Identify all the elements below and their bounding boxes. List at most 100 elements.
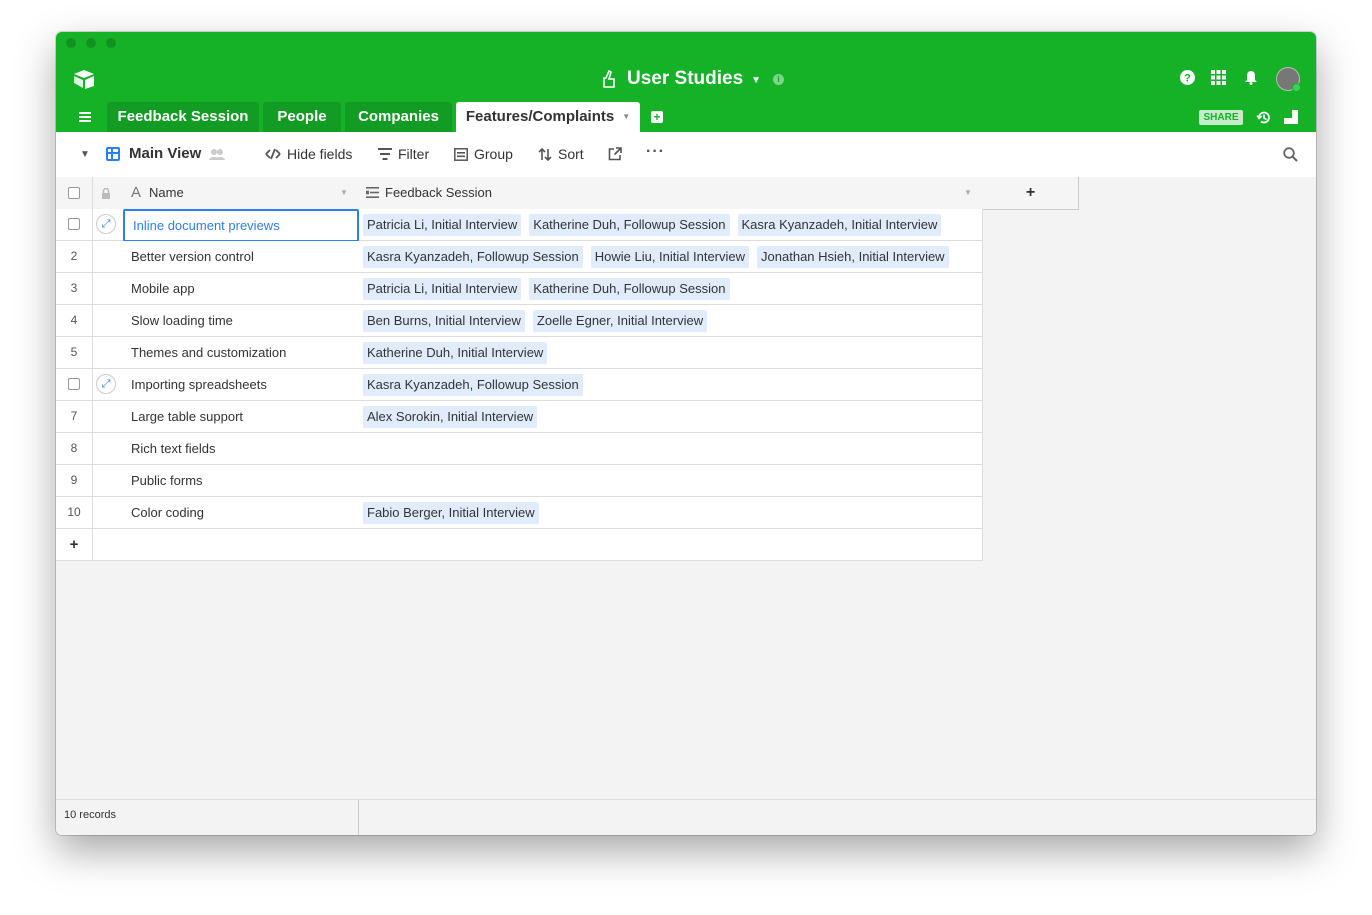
record-name-cell[interactable]: Public forms [131, 465, 203, 496]
more-options-icon[interactable]: ··· [646, 143, 665, 161]
select-all-checkbox[interactable] [68, 187, 80, 199]
online-status-dot [1292, 83, 1301, 92]
record-name-cell[interactable]: Color coding [131, 497, 204, 528]
sort-button[interactable]: Sort [538, 146, 584, 162]
share-view-icon[interactable] [608, 147, 622, 161]
search-icon[interactable] [1283, 147, 1298, 162]
name-column-header[interactable]: Name [149, 177, 184, 208]
tab-companies[interactable]: Companies [345, 102, 452, 132]
user-avatar[interactable] [1276, 67, 1301, 92]
row-checkbox[interactable] [68, 378, 80, 390]
add-record-row[interactable]: + [56, 529, 359, 561]
record-name-cell[interactable]: Large table support [131, 401, 243, 432]
sidebar-toggle-caret-icon[interactable]: ▼ [80, 149, 90, 160]
info-icon[interactable]: i [773, 73, 785, 85]
record-name-cell[interactable]: Mobile app [131, 273, 195, 304]
linked-record-pill[interactable]: Fabio Berger, Initial Interview [363, 502, 539, 524]
feedback-session-cell[interactable]: Kasra Kyanzadeh, Followup Session [359, 369, 983, 401]
feedback-session-cell[interactable]: Alex Sorokin, Initial Interview [359, 401, 983, 433]
table-row[interactable]: ⤢ Importing spreadsheets [56, 369, 359, 401]
hamburger-menu-icon[interactable] [79, 112, 91, 122]
feedback-session-cell[interactable]: Katherine Duh, Initial Interview [359, 337, 983, 369]
linked-record-pill[interactable]: Ben Burns, Initial Interview [363, 310, 525, 332]
record-name-cell[interactable]: Themes and customization [131, 337, 286, 368]
zoom-window-button[interactable] [106, 38, 116, 48]
svg-text:?: ? [1184, 73, 1191, 85]
linked-record-field-icon [366, 187, 379, 198]
linked-record-pill[interactable]: Jonathan Hsieh, Initial Interview [757, 246, 949, 268]
add-record-icon[interactable]: + [56, 529, 92, 560]
column-menu-caret-icon[interactable]: ▼ [964, 177, 972, 208]
record-name-cell[interactable]: Importing spreadsheets [131, 369, 267, 400]
filter-button[interactable]: Filter [378, 146, 429, 162]
share-button[interactable]: SHARE [1199, 110, 1243, 125]
tab-dropdown-icon[interactable]: ▼ [622, 112, 630, 121]
feedback-session-cell[interactable]: Ben Burns, Initial Interview Zoelle Egner… [359, 305, 983, 337]
add-record-row-extension[interactable] [359, 529, 983, 561]
linked-record-pill[interactable]: Patricia Li, Initial Interview [363, 214, 522, 236]
summary-bar: 10 records [56, 799, 1316, 835]
tab-feedback-session[interactable]: Feedback Session [107, 102, 259, 132]
linked-record-pill[interactable]: Katherine Duh, Followup Session [529, 214, 730, 236]
row-number: 3 [70, 281, 78, 295]
linked-record-pill[interactable]: Kasra Kyanzadeh, Followup Session [363, 246, 583, 268]
airtable-logo-icon[interactable] [72, 69, 96, 89]
linked-record-pill[interactable]: Kasra Kyanzadeh, Initial Interview [737, 214, 942, 236]
feedback-column-header[interactable]: Feedback Session ▼ [359, 177, 984, 210]
view-name: Main View [129, 145, 202, 162]
blocks-icon[interactable] [1284, 110, 1299, 125]
group-button[interactable]: Group [454, 146, 513, 162]
apps-grid-icon[interactable] [1211, 70, 1226, 85]
column-menu-caret-icon[interactable]: ▼ [340, 177, 348, 208]
linked-record-pill[interactable]: Patricia Li, Initial Interview [363, 278, 522, 300]
table-row[interactable]: 2 Better version control [56, 241, 359, 273]
table-row[interactable]: 8 Rich text fields [56, 433, 359, 465]
table-row[interactable]: 5 Themes and customization [56, 337, 359, 369]
table-row[interactable]: 4 Slow loading time [56, 305, 359, 337]
row-number: 2 [70, 249, 78, 263]
app-window: User Studies ▼ i ? Feedback Session Peop… [56, 32, 1316, 835]
add-field-button[interactable]: + [983, 177, 1079, 210]
linked-record-pill[interactable]: Howie Liu, Initial Interview [590, 246, 750, 268]
notifications-bell-icon[interactable] [1244, 70, 1258, 85]
linked-record-pill[interactable]: Kasra Kyanzadeh, Followup Session [363, 374, 583, 396]
tab-features-complaints[interactable]: Features/Complaints ▼ [456, 102, 640, 132]
sort-icon [538, 147, 552, 161]
linked-record-pill[interactable]: Katherine Duh, Initial Interview [363, 342, 548, 364]
linked-records: Ben Burns, Initial Interview Zoelle Egner… [363, 310, 715, 332]
view-switcher[interactable]: Main View [106, 145, 226, 162]
table-row[interactable]: 7 Large table support [56, 401, 359, 433]
add-table-icon[interactable]: + [651, 111, 663, 123]
base-title: User Studies [627, 68, 744, 89]
record-name-cell[interactable]: Better version control [131, 241, 254, 272]
hide-fields-button[interactable]: Hide fields [265, 146, 352, 162]
feedback-session-cell[interactable]: Fabio Berger, Initial Interview [359, 497, 983, 529]
record-name-cell[interactable]: Slow loading time [131, 305, 233, 336]
row-number: 9 [70, 473, 78, 487]
expand-record-icon[interactable]: ⤢ [96, 214, 116, 234]
table-row[interactable]: ⤢ Inline document previews [56, 209, 359, 242]
feedback-session-cell[interactable]: Patricia Li, Initial Interview Katherine … [359, 273, 983, 305]
minimize-window-button[interactable] [86, 38, 96, 48]
table-row[interactable]: 10 Color coding [56, 497, 359, 529]
help-icon[interactable]: ? [1180, 70, 1195, 85]
tab-label: People [277, 108, 327, 125]
expand-record-icon[interactable]: ⤢ [96, 374, 116, 394]
linked-record-pill[interactable]: Zoelle Egner, Initial Interview [532, 310, 708, 332]
close-window-button[interactable] [66, 38, 76, 48]
table-row[interactable]: 9 Public forms [56, 465, 359, 497]
row-checkbox[interactable] [68, 218, 80, 230]
linked-record-pill[interactable]: Alex Sorokin, Initial Interview [363, 406, 538, 428]
feedback-session-cell[interactable] [359, 465, 983, 497]
linked-records: Kasra Kyanzadeh, Followup Session Howie L… [363, 246, 957, 268]
record-name-cell[interactable]: Rich text fields [131, 433, 216, 464]
table-row[interactable]: 3 Mobile app [56, 273, 359, 305]
record-name-cell[interactable]: Inline document previews [123, 209, 359, 242]
linked-record-pill[interactable]: Katherine Duh, Followup Session [529, 278, 730, 300]
history-icon[interactable] [1256, 110, 1271, 125]
tab-people[interactable]: People [263, 102, 341, 132]
feedback-session-cell[interactable]: Patricia Li, Initial Interview Katherine … [359, 209, 983, 241]
feedback-session-cell[interactable] [359, 433, 983, 465]
feedback-session-cell[interactable]: Kasra Kyanzadeh, Followup Session Howie L… [359, 241, 983, 273]
base-title-group[interactable]: User Studies ▼ i [601, 67, 785, 91]
